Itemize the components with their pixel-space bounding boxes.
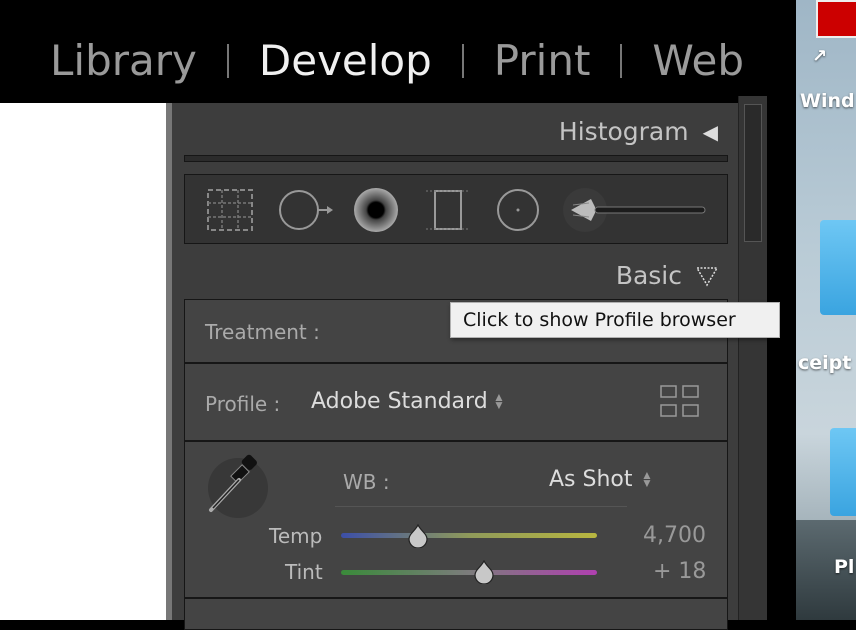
- red-eye-icon[interactable]: [351, 185, 401, 235]
- desktop-label[interactable]: Pl: [834, 556, 854, 578]
- temp-label: Temp: [269, 524, 323, 548]
- photo-canvas[interactable]: [0, 103, 166, 620]
- panel-scrollbar[interactable]: [738, 96, 767, 620]
- histogram-header[interactable]: Histogram ◀: [559, 117, 718, 146]
- develop-right-panel: Histogram ◀ Basic Treatment: Profile: …: [172, 103, 738, 630]
- tint-value[interactable]: + 18: [653, 559, 706, 584]
- profile-row: Profile : Adobe Standard ▲ ▼: [184, 363, 728, 441]
- tint-slider-thumb[interactable]: [473, 560, 495, 584]
- module-web[interactable]: Web: [652, 36, 744, 85]
- temp-slider-thumb[interactable]: [407, 524, 429, 548]
- wb-select[interactable]: As Shot: [549, 467, 633, 492]
- graduated-filter-icon[interactable]: [423, 185, 473, 235]
- collapse-down-icon: [696, 266, 718, 286]
- profile-browser-grid-icon[interactable]: [659, 384, 701, 420]
- histogram-area: [184, 155, 728, 162]
- temp-value[interactable]: 4,700: [643, 523, 706, 548]
- module-divider: [226, 43, 229, 78]
- select-arrows-icon[interactable]: ▲ ▼: [493, 391, 505, 411]
- adjustment-brush-icon[interactable]: [561, 185, 711, 235]
- desktop-label[interactable]: Wind: [800, 90, 855, 112]
- module-divider: [620, 43, 623, 78]
- treatment-label: Treatment :: [205, 320, 320, 344]
- scrollbar-thumb[interactable]: [744, 104, 762, 242]
- next-section: [184, 598, 728, 630]
- module-develop[interactable]: Develop: [259, 36, 432, 85]
- wb-divider: [335, 506, 627, 507]
- tint-label: Tint: [285, 560, 323, 584]
- eyedropper-icon[interactable]: [203, 450, 273, 520]
- radial-filter-icon[interactable]: [493, 185, 543, 235]
- white-balance-section: WB : As Shot ▲ ▼ Temp 4,700 Tint + 18: [184, 441, 728, 598]
- module-picker: Library Develop Print Web: [50, 36, 744, 85]
- desktop-background: ↗ Wind ceipt Pl: [796, 0, 856, 620]
- desktop-label[interactable]: ceipt: [798, 352, 851, 374]
- profile-label: Profile :: [205, 392, 281, 416]
- module-library[interactable]: Library: [50, 36, 197, 85]
- module-print[interactable]: Print: [494, 36, 591, 85]
- app-icon[interactable]: [816, 0, 856, 38]
- wb-label: WB :: [343, 470, 390, 494]
- crop-overlay-icon[interactable]: [205, 185, 255, 235]
- profile-select[interactable]: Adobe Standard: [311, 389, 488, 414]
- module-divider: [461, 43, 464, 78]
- spot-removal-icon[interactable]: [277, 185, 337, 235]
- temp-slider-track[interactable]: [341, 533, 597, 538]
- folder-icon[interactable]: [830, 428, 856, 516]
- tool-strip: [184, 174, 728, 244]
- basic-title: Basic: [615, 261, 682, 290]
- module-picker-bar: Library Develop Print Web: [0, 0, 796, 103]
- tooltip: Click to show Profile browser: [450, 302, 780, 338]
- alias-arrow-icon: ↗: [812, 46, 828, 67]
- collapse-left-icon: ◀: [702, 119, 718, 144]
- tint-slider-track[interactable]: [341, 570, 597, 575]
- folder-icon[interactable]: [820, 220, 856, 315]
- histogram-title: Histogram: [558, 117, 689, 146]
- select-arrows-icon[interactable]: ▲ ▼: [641, 469, 653, 489]
- basic-header[interactable]: Basic: [616, 261, 718, 290]
